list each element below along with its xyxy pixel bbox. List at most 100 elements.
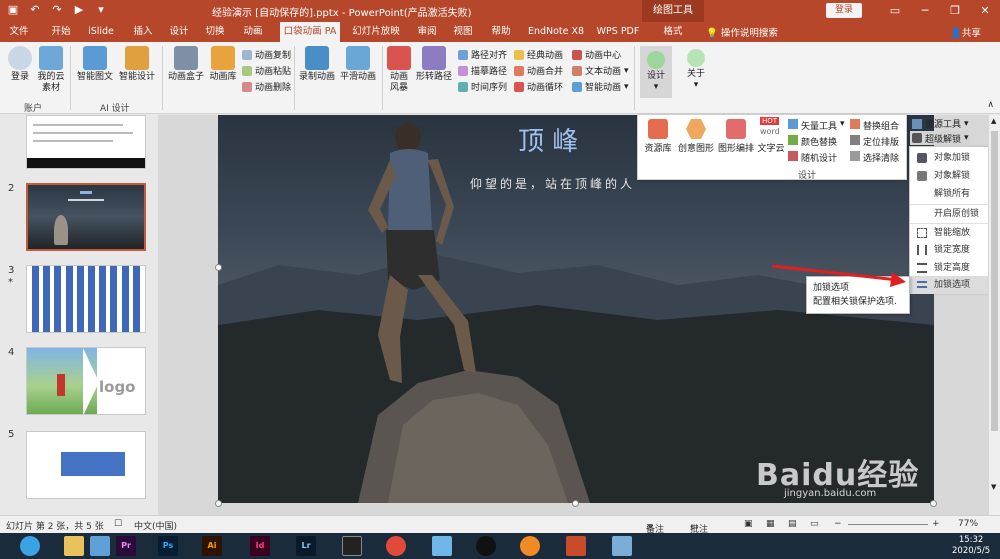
zoom-in-icon[interactable]: + bbox=[932, 519, 940, 529]
tab-help[interactable]: 帮助 bbox=[488, 22, 514, 42]
animation-center-button[interactable]: 动画中心 bbox=[572, 48, 621, 61]
tab-wps-pdf[interactable]: WPS PDF bbox=[596, 22, 640, 42]
ribbon-display-icon[interactable]: ▭ bbox=[880, 0, 910, 22]
super-unlock-button[interactable]: 超级解锁 ▾ bbox=[910, 131, 970, 145]
path-align-button[interactable]: 路径对齐 bbox=[458, 48, 507, 61]
zoom-level[interactable]: 77% bbox=[958, 519, 978, 529]
animation-paste-button[interactable]: 动画粘贴 bbox=[242, 64, 291, 77]
lightroom-icon[interactable]: Lr bbox=[296, 536, 316, 556]
login-big-button[interactable]: 登录 bbox=[6, 46, 34, 83]
save-icon[interactable]: ▣ bbox=[6, 3, 20, 17]
resource-library-button[interactable]: 资源库 bbox=[642, 119, 674, 154]
indesign-icon[interactable]: Id bbox=[250, 536, 270, 556]
resize-handle[interactable] bbox=[215, 500, 222, 507]
tab-islide[interactable]: iSlide bbox=[86, 22, 116, 42]
file-explorer-icon[interactable] bbox=[64, 536, 84, 556]
tab-animations[interactable]: 动画 bbox=[240, 22, 266, 42]
replace-group-button[interactable]: 替换组合 bbox=[850, 119, 899, 132]
menu-item-lock-width[interactable]: 锁定宽度 bbox=[910, 241, 996, 259]
slide-thumbnail-5[interactable] bbox=[26, 431, 146, 499]
smart-graphic-button[interactable]: 智能图文 bbox=[76, 46, 114, 83]
slide-sorter-icon[interactable]: ▦ bbox=[766, 519, 775, 529]
start-slideshow-icon[interactable]: ▶ bbox=[72, 3, 86, 17]
powerpoint-icon[interactable] bbox=[566, 536, 586, 556]
resize-handle[interactable] bbox=[572, 500, 579, 507]
color-replace-button[interactable]: 颜色替换 bbox=[788, 135, 837, 148]
resize-handle[interactable] bbox=[930, 500, 937, 507]
menu-item-original-lock[interactable]: 开启原创锁 bbox=[910, 204, 996, 222]
word-cloud-button[interactable]: HOT word 文字云 bbox=[756, 117, 786, 154]
tab-transitions[interactable]: 切换 bbox=[202, 22, 228, 42]
menu-item-unlock-object[interactable]: 对象解锁 bbox=[910, 167, 996, 185]
animation-delete-button[interactable]: 动画删除 bbox=[242, 80, 291, 93]
text-animation-button[interactable]: 文本动画 ▾ bbox=[572, 64, 629, 77]
close-icon[interactable]: ✕ bbox=[970, 0, 1000, 22]
customize-qat-icon[interactable]: ▾ bbox=[94, 3, 108, 17]
minimize-icon[interactable]: ─ bbox=[910, 0, 940, 22]
animation-storm-button[interactable]: 动画风暴 bbox=[386, 46, 412, 94]
photoshop-icon[interactable]: Ps bbox=[158, 536, 178, 556]
tab-format[interactable]: 格式 bbox=[652, 22, 694, 42]
position-layout-button[interactable]: 定位排版 bbox=[850, 135, 899, 148]
trace-path-button[interactable]: 描摹路径 bbox=[458, 64, 507, 77]
app-icon[interactable] bbox=[612, 536, 632, 556]
tab-file[interactable]: 文件 bbox=[4, 22, 34, 42]
animation-library-button[interactable]: 动画库 bbox=[206, 46, 240, 83]
animation-copy-button[interactable]: 动画复制 bbox=[242, 48, 291, 61]
tab-pocket-animation[interactable]: 口袋动画 PA bbox=[280, 22, 340, 42]
illustrator-icon[interactable]: Ai bbox=[202, 536, 222, 556]
record-animation-button[interactable]: 录制动画 bbox=[298, 46, 336, 83]
zoom-slider[interactable] bbox=[848, 524, 928, 525]
vertical-scrollbar[interactable]: ▲ ▼ bbox=[988, 115, 1000, 515]
tab-endnote[interactable]: EndNote X8 bbox=[526, 22, 586, 42]
smart-design-button[interactable]: 智能设计 bbox=[118, 46, 156, 83]
animation-box-button[interactable]: 动画盒子 bbox=[168, 46, 204, 83]
tab-review[interactable]: 审阅 bbox=[414, 22, 440, 42]
animation-merge-button[interactable]: 动画合并 bbox=[514, 64, 563, 77]
normal-view-icon[interactable]: ▣ bbox=[744, 519, 753, 529]
menu-item-lock-object[interactable]: 对象加锁 bbox=[910, 149, 996, 167]
smart-animation-button[interactable]: 智能动画 ▾ bbox=[572, 80, 629, 93]
browser-icon[interactable] bbox=[20, 536, 40, 556]
shape-arrange-button[interactable]: 图形编排 bbox=[716, 119, 756, 154]
resize-handle[interactable] bbox=[215, 264, 222, 271]
menu-item-lock-height[interactable]: 锁定高度 bbox=[910, 259, 996, 277]
app-icon[interactable] bbox=[432, 536, 452, 556]
select-clear-button[interactable]: 选择清除 bbox=[850, 151, 899, 164]
menu-item-smart-scale[interactable]: 智能缩放 bbox=[910, 223, 996, 241]
slide-thumbnail-4[interactable]: logo bbox=[26, 347, 146, 415]
animation-loop-button[interactable]: 动画循环 bbox=[514, 80, 563, 93]
system-clock[interactable]: 15:32 2020/5/5 bbox=[952, 535, 990, 557]
app-icon[interactable] bbox=[90, 536, 110, 556]
resource-tools-button[interactable]: 资源工具 ▾ bbox=[912, 117, 969, 130]
tab-insert[interactable]: 插入 bbox=[130, 22, 156, 42]
redo-icon[interactable]: ↷ bbox=[50, 3, 64, 17]
share-button[interactable]: 👤共享 bbox=[950, 25, 981, 39]
premiere-icon[interactable]: Pr bbox=[116, 536, 136, 556]
tab-home[interactable]: 开始 bbox=[46, 22, 76, 42]
tab-slideshow[interactable]: 幻灯片放映 bbox=[350, 22, 402, 42]
random-design-button[interactable]: 随机设计 bbox=[788, 151, 837, 164]
app-icon[interactable] bbox=[386, 536, 406, 556]
slide-thumbnail-3[interactable] bbox=[26, 265, 146, 333]
spellcheck-icon[interactable]: ☐ bbox=[114, 519, 122, 529]
design-button[interactable]: 设计 ▾ bbox=[640, 46, 672, 98]
smooth-animation-button[interactable]: 平滑动画 bbox=[338, 46, 378, 83]
zoom-out-icon[interactable]: − bbox=[834, 519, 842, 529]
video-editor-icon[interactable] bbox=[342, 536, 362, 556]
scroll-up-icon[interactable]: ▲ bbox=[991, 117, 996, 125]
qq-icon[interactable] bbox=[476, 536, 496, 556]
vector-tools-button[interactable]: 矢量工具 ▾ bbox=[788, 119, 845, 132]
menu-item-unlock-all[interactable]: 解锁所有 bbox=[910, 185, 996, 203]
shape-to-path-button[interactable]: 形转路径 bbox=[414, 46, 454, 83]
classic-animation-button[interactable]: 经典动画 bbox=[514, 48, 563, 61]
tab-view[interactable]: 视图 bbox=[450, 22, 476, 42]
slide-thumbnail-2[interactable] bbox=[26, 183, 146, 251]
scroll-down-icon[interactable]: ▼ bbox=[991, 483, 996, 491]
my-cloud-assets-button[interactable]: 我的云素材 bbox=[36, 46, 66, 94]
scroll-thumb[interactable] bbox=[991, 131, 998, 431]
restore-icon[interactable]: ❐ bbox=[940, 0, 970, 22]
login-button[interactable]: 登录 bbox=[826, 3, 862, 18]
creative-shapes-button[interactable]: 创意图形 bbox=[676, 119, 716, 154]
app-icon[interactable] bbox=[520, 536, 540, 556]
